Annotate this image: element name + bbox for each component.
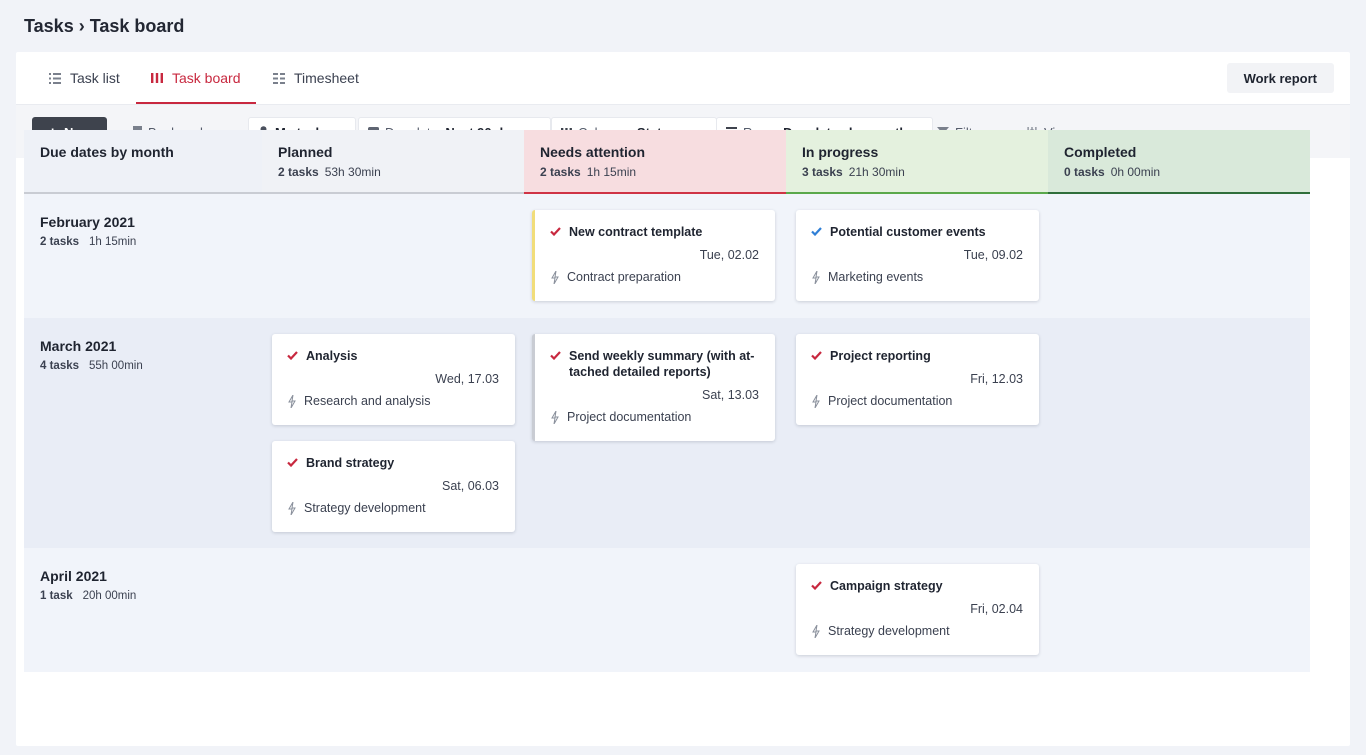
check-icon	[550, 224, 563, 240]
bolt-icon	[812, 624, 820, 638]
card-title: Project reporting	[830, 349, 931, 363]
card-due-date: Fri, 02.04	[970, 602, 1023, 616]
view-tabs: Task list Task board Timesheet Work repo…	[16, 52, 1350, 104]
card-due-date: Sat, 13.03	[702, 388, 759, 402]
tab-label: Task list	[70, 70, 120, 86]
bolt-icon	[288, 501, 296, 515]
bolt-icon	[551, 410, 559, 424]
month-count: 4 tasks	[40, 360, 80, 372]
month-count: 1 task	[40, 590, 73, 602]
month-row-march: March 2021 4 tasks 55h 00min Analysis Wed…	[24, 318, 1310, 548]
check-icon	[287, 455, 300, 471]
card-project: Marketing events	[828, 270, 924, 284]
column-time: 1h 15min	[586, 165, 637, 179]
check-icon	[287, 348, 300, 364]
column-header-in-progress: In progress 3 tasks 21h 30min	[786, 130, 1048, 194]
tab-task-board[interactable]: Task board	[135, 52, 258, 104]
bolt-icon	[812, 270, 820, 284]
column-title: Needs attention	[540, 144, 646, 160]
column-count: 2 tasks	[278, 165, 319, 179]
month-count: 2 tasks	[40, 236, 80, 248]
check-icon	[811, 348, 824, 364]
card-project: Project documentation	[828, 394, 953, 408]
card-due-date: Tue, 02.02	[699, 248, 759, 262]
task-card[interactable]: Potential customer events Tue, 09.02 Mar…	[796, 210, 1039, 301]
row-header-cell: Due dates by month	[24, 130, 262, 194]
month-label: March 2021 4 tasks 55h 00min	[40, 338, 143, 372]
column-count: 2 tasks	[540, 165, 581, 179]
card-project: Contract preparation	[567, 270, 681, 284]
task-card[interactable]: New contract template Tue, 02.02 Contrac…	[532, 210, 775, 301]
task-card[interactable]: Campaign strategy Fri, 02.04 Strategy de…	[796, 564, 1039, 655]
bolt-icon	[551, 270, 559, 284]
card-title: Analysis	[306, 349, 358, 363]
tab-label: Timesheet	[294, 70, 359, 86]
month-title: February 2021	[40, 214, 135, 230]
card-title: Brand strategy	[306, 456, 395, 470]
column-title: In progress	[802, 144, 879, 160]
month-time: 20h 00min	[82, 590, 137, 602]
breadcrumb: Tasks › Task board	[24, 16, 185, 36]
row-header-title: Due dates by month	[40, 144, 174, 160]
month-time: 1h 15min	[89, 236, 137, 248]
month-title: March 2021	[40, 338, 117, 354]
card-due-date: Tue, 09.02	[963, 248, 1023, 262]
card-due-date: Fri, 12.03	[970, 372, 1023, 386]
card-project: Strategy development	[304, 501, 426, 515]
column-time: 21h 30min	[848, 165, 905, 179]
task-card[interactable]: Brand strategy Sat, 06.03 Strategy devel…	[272, 441, 515, 532]
task-card[interactable]: Analysis Wed, 17.03 Research and analysi…	[272, 334, 515, 425]
column-count: 3 tasks	[802, 165, 843, 179]
column-time: 53h 30min	[324, 165, 381, 179]
task-card[interactable]: Project reporting Fri, 12.03 Project doc…	[796, 334, 1039, 425]
board-header: Due dates by month Planned 2 tasks 53h 30…	[24, 130, 1310, 194]
column-count: 0 tasks	[1064, 165, 1105, 179]
column-title: Planned	[278, 144, 333, 160]
tab-task-list[interactable]: Task list	[48, 52, 120, 104]
month-row-february: February 2021 2 tasks 1h 15min New contra…	[24, 194, 1310, 318]
grid-icon	[272, 71, 286, 85]
column-time: 0h 00min	[1110, 165, 1161, 179]
work-report-button[interactable]: Work report	[1226, 63, 1334, 93]
card-project: Project documentation	[567, 410, 692, 424]
tab-timesheet[interactable]: Timesheet	[272, 52, 359, 104]
month-label: April 2021 1 task 20h 00min	[40, 568, 136, 602]
list-icon	[48, 71, 62, 85]
tab-label: Task board	[172, 70, 241, 86]
card-due-date: Wed, 17.03	[435, 372, 499, 386]
month-title: April 2021	[40, 568, 107, 584]
check-icon	[811, 224, 824, 240]
card-title: Send weekly summary (with at-tached deta…	[569, 349, 755, 379]
month-time: 55h 00min	[89, 360, 143, 372]
column-title: Completed	[1064, 144, 1137, 160]
card-due-date: Sat, 06.03	[442, 479, 499, 493]
card-project: Strategy development	[828, 624, 950, 638]
bolt-icon	[812, 394, 820, 408]
check-icon	[811, 578, 824, 594]
month-label: February 2021 2 tasks 1h 15min	[40, 214, 136, 248]
card-project: Research and analysis	[304, 394, 431, 408]
card-title: Campaign strategy	[830, 579, 943, 593]
column-header-planned: Planned 2 tasks 53h 30min	[262, 130, 524, 194]
check-icon	[550, 348, 563, 380]
card-title: Potential customer events	[830, 225, 986, 239]
column-header-completed: Completed 0 tasks 0h 00min	[1048, 130, 1310, 194]
column-header-needs-attention: Needs attention 2 tasks 1h 15min	[524, 130, 786, 194]
month-row-april: April 2021 1 task 20h 00min Campaign stra…	[24, 548, 1310, 672]
board-icon	[150, 71, 164, 85]
card-title: New contract template	[569, 225, 703, 239]
task-card[interactable]: Send weekly summary (with at-tached deta…	[532, 334, 775, 441]
bolt-icon	[288, 394, 296, 408]
